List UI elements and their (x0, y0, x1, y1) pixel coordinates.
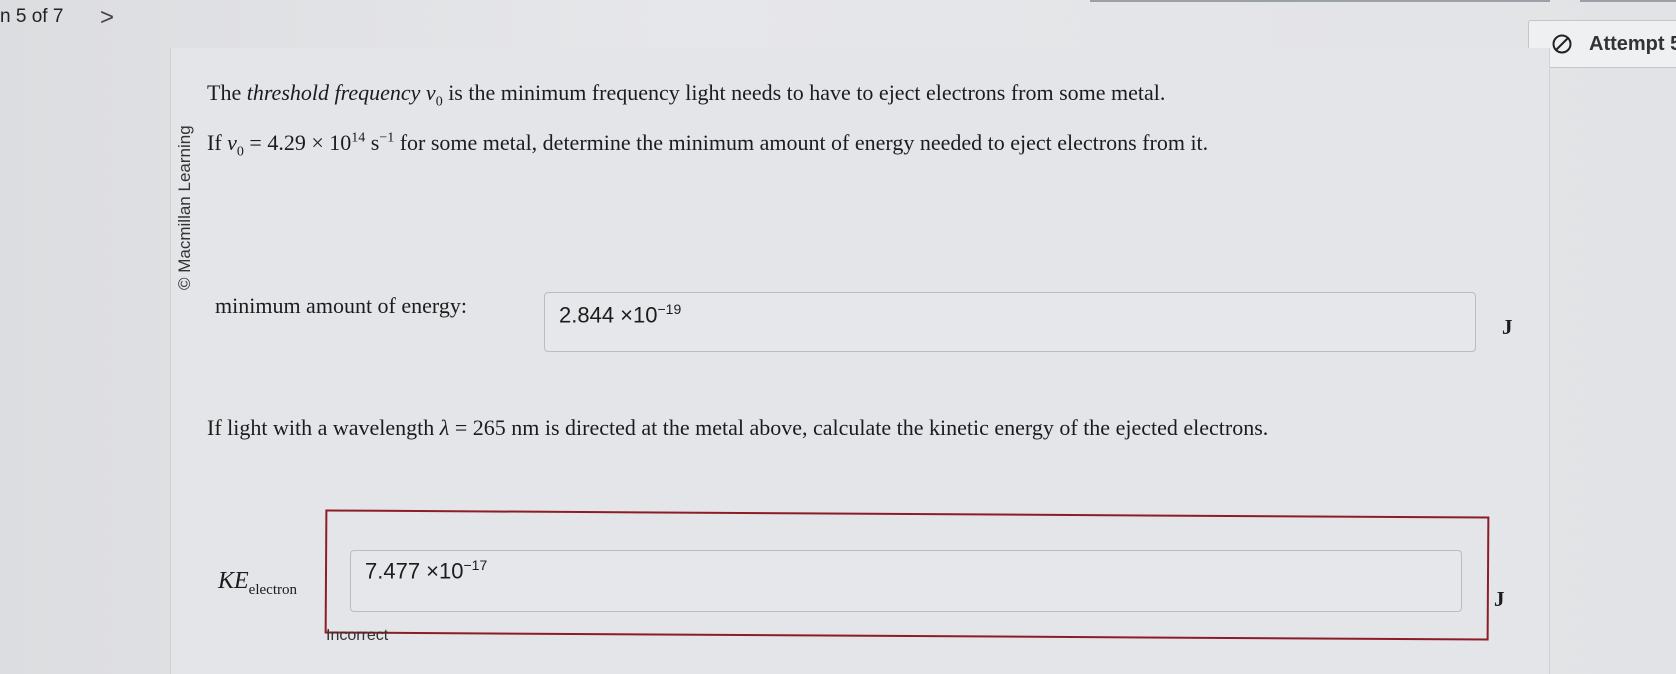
subscript: 0 (236, 144, 244, 160)
no-entry-icon (1552, 34, 1572, 54)
question-paragraph-2: If v0 = 4.29 × 1014 s−1 for some metal, … (207, 130, 1208, 160)
ke-electron-input[interactable]: 7.477 ×10−17 (350, 550, 1462, 612)
symbol-nu: v (227, 130, 237, 155)
divider (1090, 0, 1550, 2)
ke-electron-label: KEelectron (218, 568, 297, 599)
times-ten: ×10 (614, 302, 658, 328)
mantissa: 7.477 (365, 558, 421, 584)
question-paragraph-3: If light with a wavelength λ = 265 nm is… (207, 415, 1268, 441)
question-paragraph-1: The threshold frequency v0 is the minimu… (207, 80, 1165, 110)
divider (1580, 0, 1676, 2)
text: If (207, 130, 228, 155)
exponent: −17 (463, 557, 488, 573)
term-threshold-frequency: threshold frequency (246, 80, 421, 105)
unit-label: J (1502, 315, 1513, 339)
attempt-button[interactable]: Attempt 5 (1528, 20, 1676, 68)
subscript: electron (248, 581, 297, 598)
unit: s (365, 130, 380, 155)
text: If light with a wavelength (207, 415, 440, 440)
exponent: 14 (351, 130, 366, 146)
subscript: 0 (435, 94, 443, 110)
mantissa: 2.844 (559, 302, 615, 328)
text: is the minimum frequency light needs to … (442, 80, 1166, 105)
input-value: 7.477 ×10−17 (365, 557, 487, 584)
next-question-chevron-icon[interactable]: > (100, 4, 114, 32)
copyright-credit: © Macmillan Learning (175, 125, 194, 290)
feedback-incorrect: Incorrect (326, 627, 389, 644)
exponent: −1 (379, 130, 395, 146)
symbol-nu: v (425, 80, 436, 105)
exponent: −19 (657, 301, 682, 317)
text: The (207, 80, 247, 105)
top-bar: n 5 of 7 > (0, 0, 1676, 40)
input-value: 2.844 ×10−19 (559, 301, 681, 328)
text: for some metal, determine the minimum am… (394, 130, 1209, 155)
min-energy-label: minimum amount of energy: (215, 293, 467, 318)
unit-label: J (1494, 587, 1505, 611)
min-energy-input[interactable]: 2.844 ×10−19 (544, 292, 1476, 352)
times-ten: ×10 (420, 558, 464, 584)
text: = 265 nm is directed at the metal above,… (449, 415, 1269, 440)
symbol-ke: KE (218, 568, 249, 594)
text: = 4.29 × 10 (243, 130, 352, 155)
attempt-label: Attempt 5 (1589, 33, 1676, 55)
symbol-lambda: λ (439, 415, 450, 440)
question-counter: n 5 of 7 (0, 6, 64, 27)
